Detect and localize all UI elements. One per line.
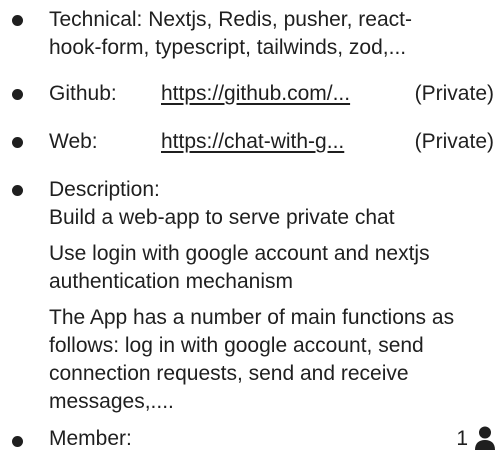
user-icon[interactable]	[474, 426, 496, 452]
description-paragraph-2-line-1: Use login with google account and nextjs	[49, 242, 430, 265]
description-heading: Description:	[49, 178, 160, 201]
github-link[interactable]: https://github.com/...	[161, 80, 350, 108]
web-label: Web:	[49, 130, 98, 153]
description-paragraph-3-line-1: The App has a number of main functions a…	[49, 306, 455, 329]
github-privacy-label: (Private)	[414, 82, 494, 105]
description-paragraph-3-line-2: follows: log in with google account, sen…	[49, 334, 424, 357]
technical-text: Technical: Nextjs, Redis, pusher, react-…	[49, 6, 494, 62]
description-paragraph-2: Use login with google account and nextjs…	[49, 240, 494, 296]
web-link[interactable]: https://chat-with-g...	[161, 128, 344, 156]
description-paragraph-3-line-4: messages,....	[49, 390, 174, 413]
technical-line-2: hook-form, typescript, tailwinds, zod,..…	[49, 36, 407, 59]
bullet-icon	[12, 89, 23, 100]
technical-line-1: Technical: Nextjs, Redis, pusher, react-	[49, 8, 412, 31]
bullet-icon	[12, 15, 23, 26]
bullet-icon	[12, 185, 23, 196]
member-count: 1	[456, 427, 468, 450]
bullet-icon	[12, 137, 23, 148]
web-privacy-label: (Private)	[414, 130, 494, 153]
list-item-member: Member: 1	[0, 425, 504, 455]
description-paragraph-1: Build a web-app to serve private chat	[49, 206, 395, 229]
bullet-icon	[12, 436, 23, 447]
member-label: Member:	[49, 427, 132, 450]
description-paragraph-2-line-2: authentication mechanism	[49, 270, 293, 293]
description-paragraph-3: The App has a number of main functions a…	[49, 304, 494, 416]
description-paragraph-3-line-3: connection requests, send and receive	[49, 362, 409, 385]
github-label: Github:	[49, 82, 117, 105]
